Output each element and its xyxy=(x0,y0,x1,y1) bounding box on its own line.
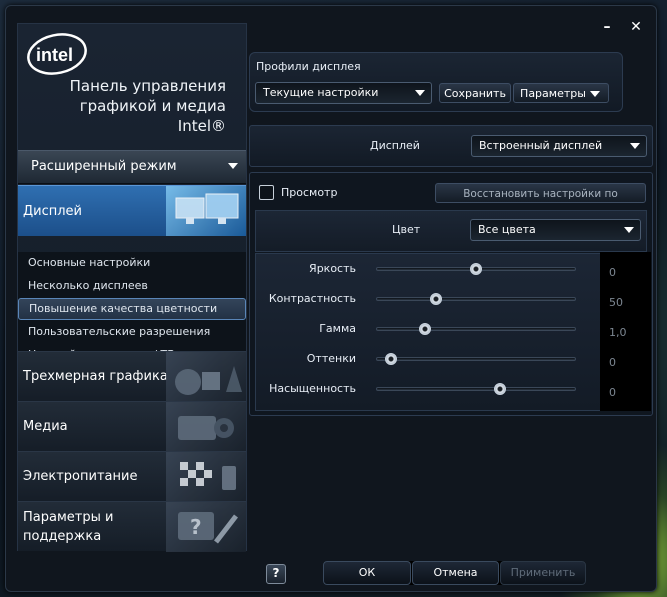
category-media[interactable]: Медиа xyxy=(18,401,246,452)
color-channel-value: Все цвета xyxy=(478,223,536,236)
gamma-value: 1,0 xyxy=(609,326,627,339)
minimize-icon[interactable]: – xyxy=(595,17,619,39)
preview-label: Просмотр xyxy=(281,186,338,199)
gamma-row: Гамма xyxy=(256,314,601,344)
display-select-value: Встроенный дисплей xyxy=(479,139,603,152)
display-select-group: Дисплей Встроенный дисплей xyxy=(249,125,653,167)
intel-control-panel-window: – ✕ intel Панель управления графикой и м… xyxy=(5,5,657,592)
hue-label: Оттенки xyxy=(306,352,356,365)
mode-dropdown[interactable]: Расширенный режим xyxy=(18,150,246,184)
app-title-line-1: Панель управления xyxy=(69,77,226,95)
app-title-line-3: Intel® xyxy=(177,117,226,135)
category-support-label: Параметры и поддержка xyxy=(23,508,113,546)
contrast-label: Контрастность xyxy=(268,292,356,305)
profile-params-button[interactable]: Параметры xyxy=(513,83,609,103)
category-power-label: Электропитание xyxy=(23,469,138,484)
category-media-label: Медиа xyxy=(23,419,68,434)
category-power[interactable]: Электропитание xyxy=(18,451,246,502)
submenu-custom-resolutions[interactable]: Пользовательские разрешения xyxy=(18,321,246,343)
profile-select[interactable]: Текущие настройки xyxy=(255,82,432,104)
color-channel-label: Цвет xyxy=(392,223,421,236)
brightness-slider-thumb[interactable] xyxy=(470,263,482,275)
display-select-label: Дисплей xyxy=(370,139,420,152)
sliders-panel: Яркость Контрастность Гамма Оттенки Насы… xyxy=(255,253,602,411)
hue-slider-thumb[interactable] xyxy=(384,353,397,365)
brightness-row: Яркость xyxy=(256,254,601,284)
submenu-color-enhancement[interactable]: Повышение качества цветности xyxy=(18,298,246,320)
display-profiles-group: Профили дисплея Текущие настройки Сохран… xyxy=(249,52,623,112)
help-icon[interactable]: ? xyxy=(266,564,286,584)
chevron-down-icon xyxy=(590,91,600,97)
help-tools-icon: ? xyxy=(166,502,246,552)
chevron-down-icon xyxy=(415,90,425,96)
category-3d-graphics[interactable]: Трехмерная графика xyxy=(18,351,246,402)
hue-slider[interactable] xyxy=(376,353,576,365)
preview-checkbox[interactable] xyxy=(259,185,274,200)
chevron-down-icon xyxy=(228,163,238,169)
brightness-label: Яркость xyxy=(309,262,356,275)
color-settings-group: Просмотр Восстановить настройки по умолч… xyxy=(249,172,653,416)
app-title-line-2: графикой и медиа xyxy=(79,97,226,115)
brightness-value: 0 xyxy=(609,266,616,279)
saturation-label: Насыщенность xyxy=(269,382,356,395)
monitors-icon xyxy=(166,186,246,236)
saturation-value: 0 xyxy=(609,386,616,399)
svg-text:?: ? xyxy=(190,515,202,539)
display-select[interactable]: Встроенный дисплей xyxy=(471,135,647,157)
hue-row: Оттенки xyxy=(256,344,601,374)
contrast-slider-thumb[interactable] xyxy=(430,293,443,305)
profile-params-label: Параметры xyxy=(520,87,586,100)
intel-logo-icon: intel xyxy=(27,33,87,75)
profile-select-value: Текущие настройки xyxy=(263,86,379,99)
chevron-down-icon xyxy=(624,227,634,233)
contrast-row: Контрастность xyxy=(256,284,601,314)
category-support-line-1: Параметры и xyxy=(23,510,114,525)
color-channel-select[interactable]: Все цвета xyxy=(470,219,641,241)
color-channel-row: Цвет Все цвета xyxy=(255,210,647,252)
close-icon[interactable]: ✕ xyxy=(624,17,648,39)
saturation-slider[interactable] xyxy=(376,383,576,395)
contrast-value: 50 xyxy=(609,296,623,309)
video-camera-icon xyxy=(166,402,246,452)
brightness-slider[interactable] xyxy=(376,263,576,275)
category-display[interactable]: Дисплей xyxy=(18,185,246,236)
saturation-slider-thumb[interactable] xyxy=(493,383,506,395)
slider-values-column: 0 50 1,0 0 0 xyxy=(600,252,651,411)
category-support-line-2: поддержка xyxy=(23,529,102,544)
racing-flag-icon xyxy=(166,452,246,502)
app-title: Панель управления графикой и медиа Intel… xyxy=(58,76,226,136)
save-profile-button[interactable]: Сохранить xyxy=(439,83,511,103)
category-display-label: Дисплей xyxy=(23,204,83,219)
saturation-row: Насыщенность xyxy=(256,374,601,404)
profiles-title: Профили дисплея xyxy=(256,60,361,73)
gamma-label: Гамма xyxy=(319,322,356,335)
svg-text:intel: intel xyxy=(36,45,73,65)
cancel-button[interactable]: Отмена xyxy=(412,561,499,585)
submenu-multiple-displays[interactable]: Несколько дисплеев xyxy=(18,275,246,297)
restore-defaults-button[interactable]: Восстановить настройки по умолчанию xyxy=(435,183,646,220)
submenu-basic-settings[interactable]: Основные настройки xyxy=(18,252,246,274)
category-options-support[interactable]: Параметры и поддержка ? xyxy=(18,501,246,552)
ok-button[interactable]: ОК xyxy=(323,561,411,585)
category-3d-label: Трехмерная графика xyxy=(23,369,168,384)
gamma-slider-thumb[interactable] xyxy=(418,323,431,335)
mode-label: Расширенный режим xyxy=(31,159,177,174)
left-navigation-panel: intel Панель управления графикой и медиа… xyxy=(17,23,247,552)
contrast-slider[interactable] xyxy=(376,293,576,305)
apply-button[interactable]: Применить xyxy=(500,561,586,585)
chevron-down-icon xyxy=(630,143,640,149)
gamma-slider[interactable] xyxy=(376,323,576,335)
3d-shapes-icon xyxy=(166,352,246,402)
display-submenu: Основные настройки Несколько дисплеев По… xyxy=(18,252,246,362)
hue-value: 0 xyxy=(609,356,616,369)
